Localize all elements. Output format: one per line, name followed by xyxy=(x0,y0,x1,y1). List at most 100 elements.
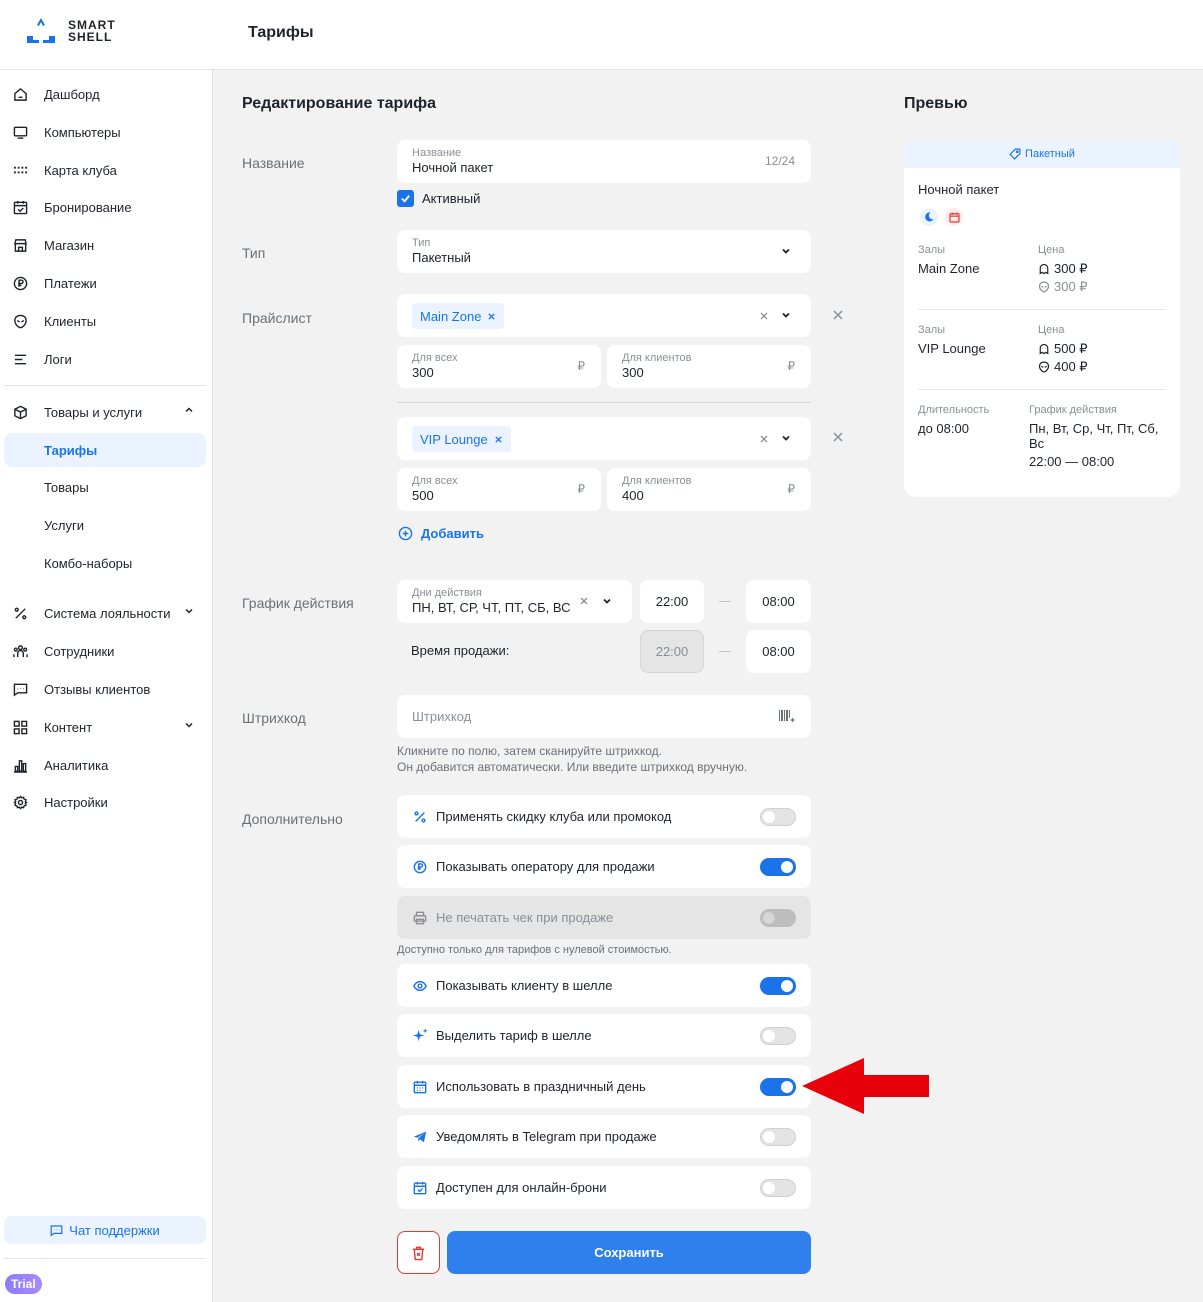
delete-button[interactable] xyxy=(397,1231,440,1274)
sidebar-item-staff[interactable]: Сотрудники xyxy=(4,634,206,668)
alien-icon xyxy=(12,313,28,329)
preview-hall: VIP Lounge xyxy=(918,341,986,356)
sidebar-item-payments[interactable]: Платежи xyxy=(4,266,206,300)
price-clients-input[interactable]: Для клиентов 300 ₽ xyxy=(607,345,811,388)
active-checkbox[interactable] xyxy=(397,190,414,207)
zone-select[interactable]: VIP Lounge xyxy=(397,417,811,460)
sidebar-item-reviews[interactable]: Отзывы клиентов xyxy=(4,672,206,706)
chevron-down-icon[interactable] xyxy=(781,433,791,443)
clear-icon[interactable] xyxy=(759,311,769,321)
sidebar-item-store[interactable]: Магазин xyxy=(4,228,206,262)
duration-label: Длительность xyxy=(918,404,990,416)
sidebar-item-label: Дашборд xyxy=(44,86,100,102)
days-select[interactable]: Дни действия ПН, ВТ, СР, ЧТ, ПТ, СБ, ВС xyxy=(397,580,632,623)
price-label: Цена xyxy=(1038,324,1065,336)
price-all-input[interactable]: Для всех 300 ₽ xyxy=(397,345,601,388)
sidebar-item-clients[interactable]: Клиенты xyxy=(4,304,206,338)
toggle-label: Выделить тариф в шелле xyxy=(436,1028,592,1043)
page-title: Тарифы xyxy=(248,24,314,41)
logo[interactable]: SMART SHELL xyxy=(24,16,116,46)
type-select[interactable]: Тип Пакетный xyxy=(397,230,811,273)
toggle-row-online-booking[interactable]: Доступен для онлайн-брони xyxy=(397,1166,811,1209)
support-chat-button[interactable]: Чат поддержки xyxy=(4,1216,206,1244)
toggle-label: Показывать оператору для продажи xyxy=(436,859,655,874)
toggle-row-show-client[interactable]: Показывать клиенту в шелле xyxy=(397,964,811,1007)
sidebar-item-booking[interactable]: Бронирование xyxy=(4,190,206,224)
sidebar-item-goods[interactable]: Товары xyxy=(4,470,206,504)
sidebar-item-content[interactable]: Контент xyxy=(4,710,206,744)
add-pricelist-label: Добавить xyxy=(421,526,484,541)
sidebar-item-label: Товары и услуги xyxy=(44,404,143,420)
logo-line-2: SHELL xyxy=(68,30,113,44)
price-value: 500 ₽ xyxy=(1054,341,1088,356)
price-clients-label: Для клиентов xyxy=(622,352,692,364)
add-pricelist-button[interactable]: Добавить xyxy=(398,526,484,541)
save-button[interactable]: Сохранить xyxy=(447,1231,811,1274)
monitor-icon xyxy=(12,124,28,140)
toggle-switch[interactable] xyxy=(760,808,796,826)
name-field-value: Ночной пакет xyxy=(412,160,494,175)
divider xyxy=(4,1258,206,1259)
toggle-switch[interactable] xyxy=(760,1179,796,1197)
toggle-row-discount[interactable]: Применять скидку клуба или промокод xyxy=(397,795,811,838)
toggle-label: Уведомлять в Telegram при продаже xyxy=(436,1129,657,1144)
sidebar-item-goods-services[interactable]: Товары и услуги xyxy=(4,395,206,429)
price-value: 300 ₽ xyxy=(1054,261,1088,276)
toggle-row-telegram[interactable]: Уведомлять в Telegram при продаже xyxy=(397,1115,811,1158)
zone-select[interactable]: Main Zone xyxy=(397,294,811,337)
close-icon[interactable] xyxy=(494,435,503,444)
chevron-down-icon xyxy=(185,722,193,728)
sidebar-item-tariffs[interactable]: Тарифы xyxy=(4,433,206,467)
toggle-switch[interactable] xyxy=(760,1027,796,1045)
sidebar-item-label: Тарифы xyxy=(44,442,98,458)
days-select-value: ПН, ВТ, СР, ЧТ, ПТ, СБ, ВС xyxy=(412,600,571,615)
trial-badge[interactable]: Trial xyxy=(5,1274,42,1294)
chevron-down-icon[interactable] xyxy=(602,596,612,606)
sidebar-item-loyalty[interactable]: Система лояльности xyxy=(4,596,206,630)
barcode-input[interactable]: Штрихкод xyxy=(397,695,811,738)
price-clients-input[interactable]: Для клиентов 400 ₽ xyxy=(607,468,811,511)
price-all-input[interactable]: Для всех 500 ₽ xyxy=(397,468,601,511)
sale-time-to-input[interactable]: 08:00 xyxy=(746,630,811,673)
divider xyxy=(918,389,1166,390)
schedule-label: График действия xyxy=(1029,404,1117,416)
toggle-switch[interactable] xyxy=(760,1128,796,1146)
sidebar-item-label: Комбо-наборы xyxy=(44,555,133,571)
toggle-switch[interactable] xyxy=(760,1078,796,1096)
remove-pricelist-icon[interactable] xyxy=(832,431,844,443)
time-to-input[interactable]: 08:00 xyxy=(746,580,811,623)
toggle-switch[interactable] xyxy=(760,977,796,995)
type-select-value: Пакетный xyxy=(412,250,471,265)
close-icon[interactable] xyxy=(487,312,496,321)
sidebar-item-analytics[interactable]: Аналитика xyxy=(4,748,206,782)
sidebar-item-club-map[interactable]: Карта клуба xyxy=(4,153,206,187)
schedule-time: 22:00 — 08:00 xyxy=(1029,454,1115,469)
toggle-switch[interactable] xyxy=(760,858,796,876)
sidebar-item-services[interactable]: Услуги xyxy=(4,508,206,542)
sparkle-icon xyxy=(412,1028,428,1044)
remove-pricelist-icon[interactable] xyxy=(832,309,844,321)
chevron-down-icon[interactable] xyxy=(781,310,791,320)
sidebar-item-label: Магазин xyxy=(44,237,95,253)
halls-label: Залы xyxy=(918,244,946,256)
price-label: Цена xyxy=(1038,244,1065,256)
sidebar-item-label: Карта клуба xyxy=(44,162,117,178)
sidebar-item-logs[interactable]: Логи xyxy=(4,342,206,376)
toggle-row-holiday[interactable]: Использовать в праздничный день xyxy=(397,1065,811,1108)
telegram-icon xyxy=(412,1129,428,1145)
preview-type-label: Пакетный xyxy=(1025,148,1075,160)
sidebar-item-settings[interactable]: Настройки xyxy=(4,785,206,819)
zone-chip-label: VIP Lounge xyxy=(420,431,488,447)
toggle-row-highlight[interactable]: Выделить тариф в шелле xyxy=(397,1014,811,1057)
clear-icon[interactable] xyxy=(759,434,769,444)
name-field[interactable]: Название Ночной пакет 12/24 xyxy=(397,140,811,183)
toggle-row-operator[interactable]: Показывать оператору для продажи xyxy=(397,845,811,888)
clear-icon[interactable] xyxy=(579,596,589,606)
sidebar-item-computers[interactable]: Компьютеры xyxy=(4,115,206,149)
sidebar-item-dashboard[interactable]: Дашборд xyxy=(4,77,206,111)
extra-label: Дополнительно xyxy=(242,811,343,827)
sidebar-item-combo[interactable]: Комбо-наборы xyxy=(4,546,206,580)
price-all-label: Для всех xyxy=(412,352,458,364)
barcode-icon xyxy=(779,710,795,722)
time-from-input[interactable]: 22:00 xyxy=(640,580,704,623)
